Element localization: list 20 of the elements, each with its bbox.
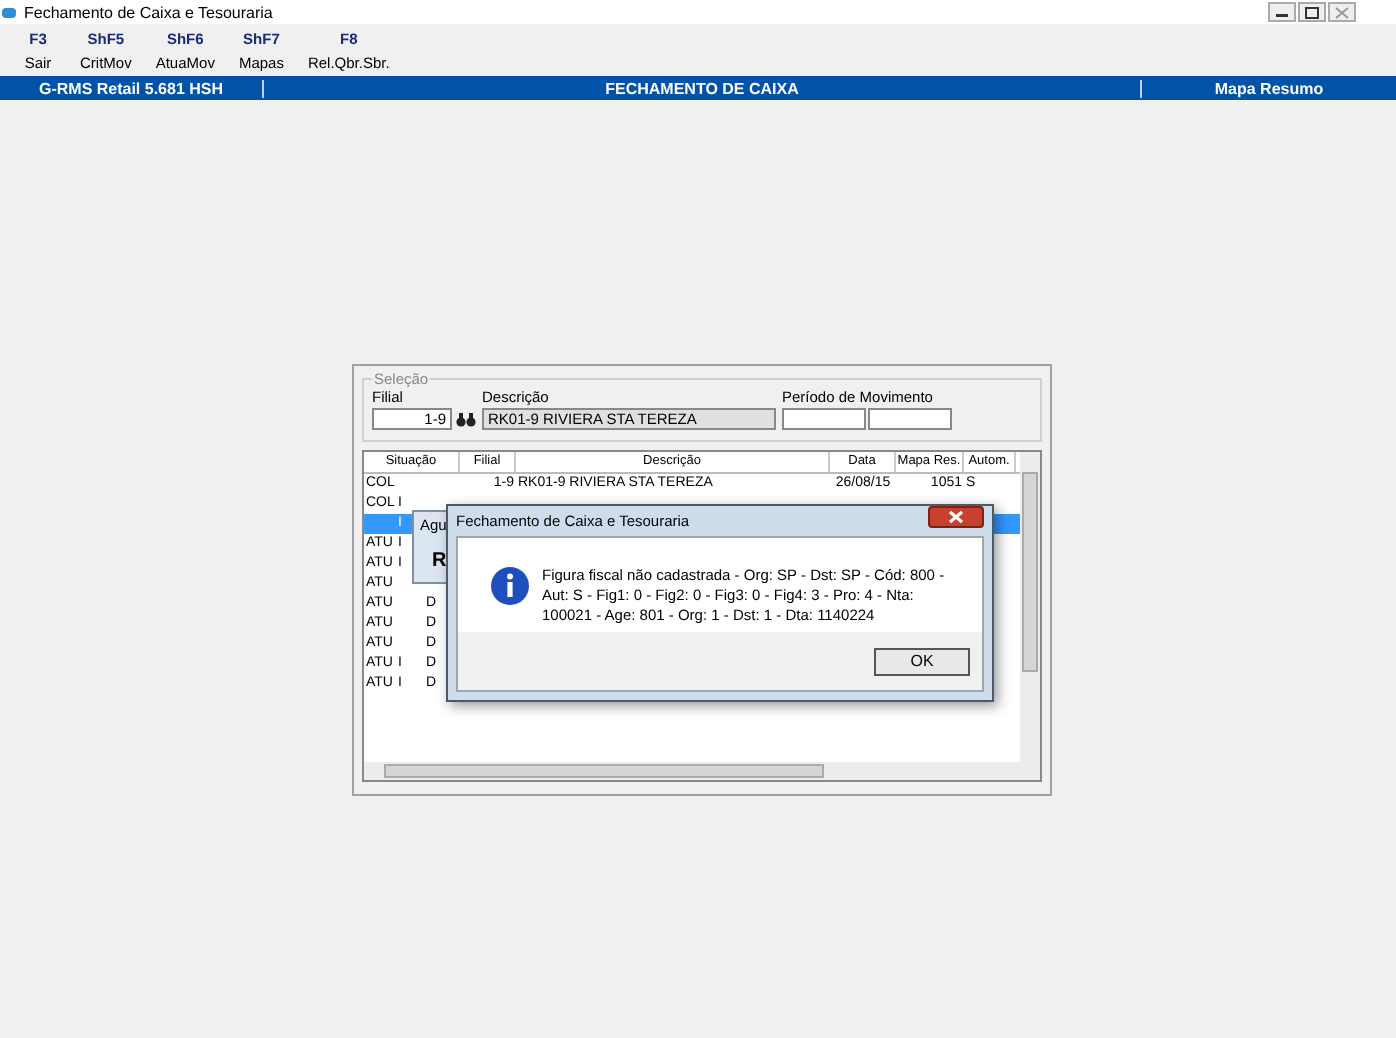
- input-field[interactable]: [782, 408, 866, 430]
- maximize-icon: [1304, 5, 1320, 19]
- app-version: G-RMS Retail 5.681 HSH: [0, 79, 264, 97]
- section-title: Mapa Resumo: [1212, 79, 1326, 97]
- ok-button[interactable]: OK: [874, 647, 970, 675]
- minimize-button[interactable]: [1268, 2, 1296, 22]
- wait-message: R: [432, 550, 447, 572]
- vertical-scrollbar[interactable]: [1020, 452, 1040, 780]
- close-icon: [1334, 5, 1350, 19]
- maximize-button[interactable]: [1298, 2, 1326, 22]
- close-button[interactable]: [928, 506, 984, 528]
- app-icon: [2, 7, 16, 17]
- binoculars-icon: [455, 411, 475, 427]
- input-field[interactable]: [868, 408, 952, 430]
- horizontal-scrollbar[interactable]: [364, 762, 1020, 780]
- screen-title: FECHAMENTO DE CAIXA: [264, 79, 1142, 97]
- search-button[interactable]: [454, 408, 476, 430]
- window-title: Fechamento de Caixa e Tesouraria: [24, 3, 273, 21]
- info-icon: [490, 566, 530, 606]
- close-icon: [948, 510, 964, 524]
